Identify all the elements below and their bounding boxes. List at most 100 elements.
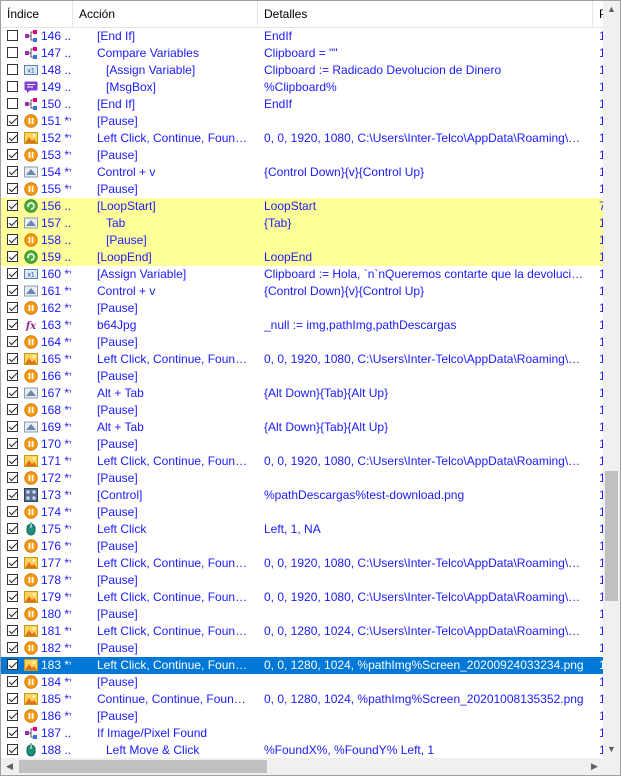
row-checkbox[interactable]: [7, 727, 18, 738]
table-row[interactable]: 146 ...[End If]EndIf1: [1, 28, 603, 45]
row-checkbox[interactable]: [7, 81, 18, 92]
table-row[interactable]: 162 **[Pause]1: [1, 300, 603, 317]
table-row[interactable]: 153 **[Pause]1: [1, 147, 603, 164]
column-header-index[interactable]: Índice: [1, 1, 73, 27]
table-row[interactable]: 183 ** Left Click, Continue, FoundX, ... 0…: [1, 657, 603, 674]
table-row[interactable]: 172 **[Pause]1: [1, 470, 603, 487]
row-checkbox[interactable]: [7, 387, 18, 398]
row-checkbox[interactable]: [7, 591, 18, 602]
row-checkbox[interactable]: [7, 710, 18, 721]
table-row[interactable]: 158 ...[Pause]1: [1, 232, 603, 249]
row-checkbox[interactable]: [7, 659, 18, 670]
table-row[interactable]: 169 **Alt + Tab{Alt Down}{Tab}{Alt Up}1: [1, 419, 603, 436]
row-checkbox[interactable]: [7, 217, 18, 228]
row-checkbox[interactable]: [7, 132, 18, 143]
table-row[interactable]: 184 **[Pause]1: [1, 674, 603, 691]
row-checkbox[interactable]: [7, 676, 18, 687]
vertical-scroll-thumb[interactable]: [605, 471, 618, 601]
table-row[interactable]: 149 ...[MsgBox]%Clipboard%1: [1, 79, 603, 96]
table-row[interactable]: 168 **[Pause]1: [1, 402, 603, 419]
row-checkbox[interactable]: [7, 421, 18, 432]
row-checkbox[interactable]: [7, 693, 18, 704]
column-header-details[interactable]: Detalles: [258, 1, 593, 27]
table-row[interactable]: 177 ** Left Click, Continue, FoundX, ... 0…: [1, 555, 603, 572]
table-row[interactable]: 167 **Alt + Tab{Alt Down}{Tab}{Alt Up}1: [1, 385, 603, 402]
scroll-right-button[interactable]: ▶: [586, 758, 603, 775]
row-checkbox[interactable]: [7, 353, 18, 364]
row-checkbox[interactable]: [7, 30, 18, 41]
row-checkbox[interactable]: [7, 200, 18, 211]
table-row[interactable]: 175 **Left ClickLeft, 1, NA1: [1, 521, 603, 538]
table-row[interactable]: 185 ** Continue, Continue, FoundX, F... 0,…: [1, 691, 603, 708]
table-row[interactable]: x1 148 ... [Assign Variable] Clipboard := R…: [1, 62, 603, 79]
row-checkbox[interactable]: [7, 336, 18, 347]
table-row[interactable]: 176 **[Pause]1: [1, 538, 603, 555]
table-row[interactable]: 151 **[Pause]1: [1, 113, 603, 130]
table-row[interactable]: 155 **[Pause]1: [1, 181, 603, 198]
row-checkbox[interactable]: [7, 251, 18, 262]
table-row[interactable]: 173 ** [Control] %pathDescargas%test-downl…: [1, 487, 603, 504]
row-checkbox[interactable]: [7, 98, 18, 109]
table-row[interactable]: 188 ... Left Move & Click %FoundX%, %Found…: [1, 742, 603, 758]
scroll-down-button[interactable]: ▼: [603, 741, 620, 758]
row-action: [Pause]: [106, 233, 147, 247]
column-header-action[interactable]: Acción: [73, 1, 258, 27]
table-row[interactable]: 187 ...If Image/Pixel Found1: [1, 725, 603, 742]
row-checkbox[interactable]: [7, 642, 18, 653]
row-checkbox[interactable]: [7, 438, 18, 449]
row-checkbox[interactable]: [7, 506, 18, 517]
scroll-up-button[interactable]: ▲: [603, 1, 620, 18]
table-row[interactable]: 182 **[Pause]1: [1, 640, 603, 657]
row-checkbox[interactable]: [7, 234, 18, 245]
horizontal-scroll-thumb[interactable]: [19, 760, 267, 773]
row-checkbox[interactable]: [7, 115, 18, 126]
row-details: 0, 0, 1280, 1024, %pathImg%Screen_202010…: [264, 692, 584, 706]
row-checkbox[interactable]: [7, 285, 18, 296]
table-row[interactable]: 147 ...Compare VariablesClipboard = ""1: [1, 45, 603, 62]
table-row[interactable]: 179 ** Left Click, Continue, FoundX, ... 0…: [1, 589, 603, 606]
row-checkbox[interactable]: [7, 557, 18, 568]
row-checkbox[interactable]: [7, 404, 18, 415]
row-checkbox[interactable]: [7, 574, 18, 585]
row-checkbox[interactable]: [7, 608, 18, 619]
table-row[interactable]: x1 160 ** [Assign Variable] Clipboard := Ho…: [1, 266, 603, 283]
table-row[interactable]: 152 ** Left Click, Continue, FoundX, ... 0…: [1, 130, 603, 147]
table-row[interactable]: 181 ** Left Click, Continue, FoundX, ... 0…: [1, 623, 603, 640]
row-checkbox[interactable]: [7, 64, 18, 75]
row-checkbox[interactable]: [7, 268, 18, 279]
table-row[interactable]: 159 ...[LoopEnd]LoopEnd1: [1, 249, 603, 266]
row-checkbox[interactable]: [7, 302, 18, 313]
row-checkbox[interactable]: [7, 523, 18, 534]
table-row[interactable]: 161 ** Control + v {Control Down}{v}{Contr…: [1, 283, 603, 300]
row-checkbox[interactable]: [7, 47, 18, 58]
scroll-left-button[interactable]: ◀: [1, 758, 18, 775]
table-row[interactable]: 178 **[Pause]1: [1, 572, 603, 589]
table-row[interactable]: 170 **[Pause]1: [1, 436, 603, 453]
row-checkbox[interactable]: [7, 149, 18, 160]
table-row[interactable]: 186 **[Pause]1: [1, 708, 603, 725]
table-row[interactable]: 174 **[Pause]1: [1, 504, 603, 521]
row-checkbox[interactable]: [7, 744, 18, 755]
row-checkbox[interactable]: [7, 455, 18, 466]
table-row[interactable]: 165 ** Left Click, Continue, FoundX, ... 0…: [1, 351, 603, 368]
row-checkbox[interactable]: [7, 625, 18, 636]
table-row[interactable]: 166 **[Pause]1: [1, 368, 603, 385]
vertical-scrollbar[interactable]: ▲ ▼: [603, 1, 620, 758]
pause-icon: [24, 369, 38, 383]
table-row[interactable]: 156 ...[LoopStart]LoopStart7: [1, 198, 603, 215]
row-checkbox[interactable]: [7, 370, 18, 381]
row-checkbox[interactable]: [7, 166, 18, 177]
table-row[interactable]: 180 **[Pause]1: [1, 606, 603, 623]
row-checkbox[interactable]: [7, 472, 18, 483]
table-row[interactable]: 164 **[Pause]1: [1, 334, 603, 351]
row-checkbox[interactable]: [7, 540, 18, 551]
table-row[interactable]: fx 163 ** b64Jpg _null := img,pathImg,pathD…: [1, 317, 603, 334]
row-checkbox[interactable]: [7, 489, 18, 500]
table-row[interactable]: 157 ...Tab{Tab}1: [1, 215, 603, 232]
table-row[interactable]: 150 ...[End If]EndIf1: [1, 96, 603, 113]
table-row[interactable]: 171 ** Left Click, Continue, FoundX, ... 0…: [1, 453, 603, 470]
row-checkbox[interactable]: [7, 319, 18, 330]
horizontal-scrollbar[interactable]: ◀ ▶: [1, 758, 603, 775]
table-row[interactable]: 154 ** Control + v {Control Down}{v}{Contr…: [1, 164, 603, 181]
row-checkbox[interactable]: [7, 183, 18, 194]
